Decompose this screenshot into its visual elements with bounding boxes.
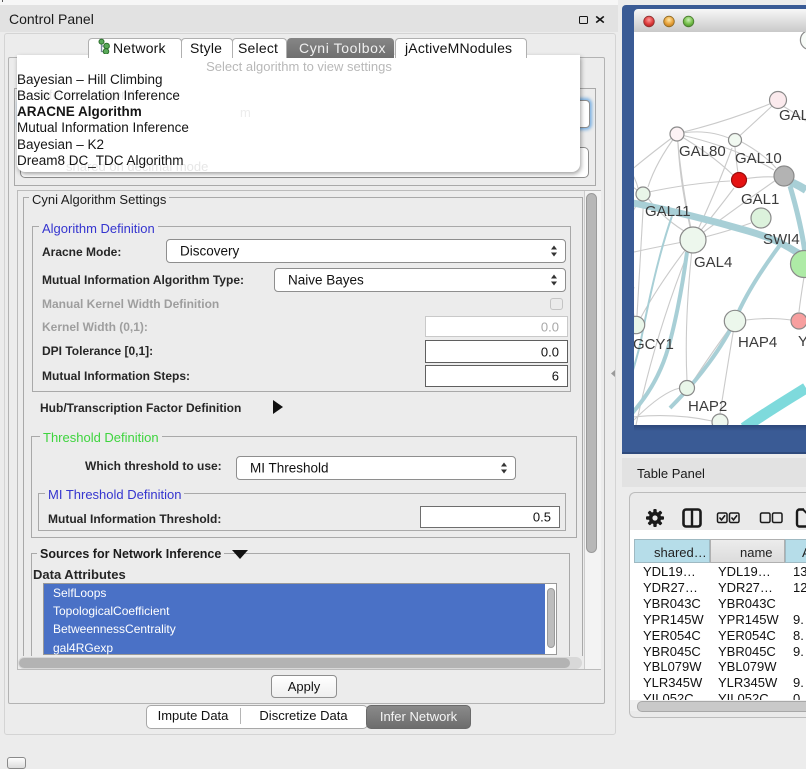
svg-text:HAP4: HAP4 bbox=[738, 334, 777, 351]
svg-text:HAP2: HAP2 bbox=[688, 398, 727, 415]
svg-text:GAL1: GAL1 bbox=[741, 191, 779, 208]
svg-text:GAL80: GAL80 bbox=[679, 143, 726, 160]
svg-text:GAL2: GAL2 bbox=[779, 107, 806, 124]
svg-text:GCY1: GCY1 bbox=[634, 336, 674, 353]
svg-text:GAL4: GAL4 bbox=[694, 254, 732, 271]
svg-text:GAL10: GAL10 bbox=[735, 150, 782, 167]
svg-text:SWI4: SWI4 bbox=[763, 231, 800, 248]
svg-text:Y: Y bbox=[798, 333, 806, 350]
svg-text:GAL11: GAL11 bbox=[645, 203, 691, 220]
